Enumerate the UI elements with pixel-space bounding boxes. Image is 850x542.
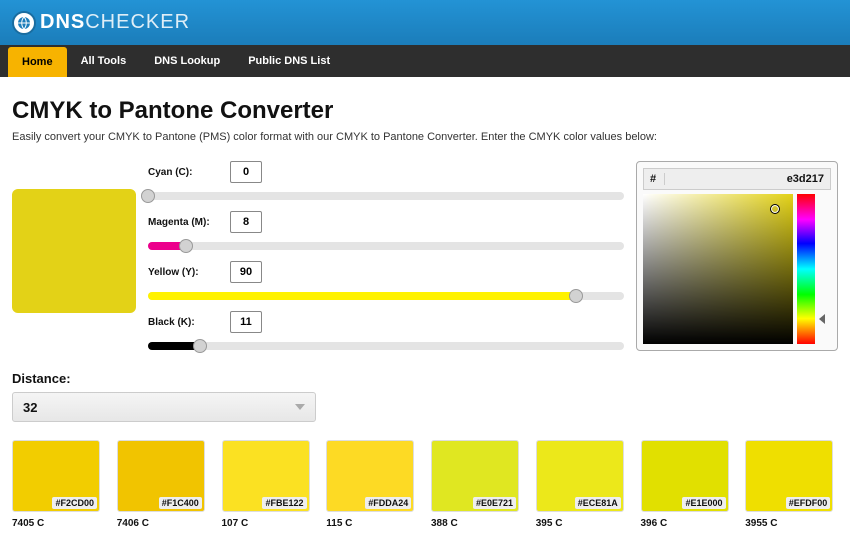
slider-label-magenta: Magenta (M):: [148, 217, 220, 228]
slider-value-magenta[interactable]: [230, 211, 262, 233]
site-header: DNSCHECKER: [0, 0, 850, 45]
nav-item-all-tools[interactable]: All Tools: [67, 45, 141, 77]
pantone-swatch: #E0E721: [431, 440, 519, 512]
pantone-name: 107 C: [222, 518, 315, 529]
slider-thumb-magenta[interactable]: [179, 239, 193, 253]
pantone-card[interactable]: #FDDA24 115 C: [326, 440, 419, 529]
sv-cursor-icon[interactable]: [770, 204, 780, 214]
slider-track-yellow[interactable]: [148, 289, 624, 303]
slider-thumb-yellow[interactable]: [569, 289, 583, 303]
hue-slider[interactable]: [797, 194, 815, 344]
pantone-name: 395 C: [536, 518, 629, 529]
cmyk-sliders: Cyan (C): Magenta (M): Yellow (Y): Black (K…: [148, 161, 624, 361]
pantone-results: #F2CD007405 C#F1C4007406 C#FBE122107 C#F…: [12, 440, 838, 529]
pantone-swatch: #FDDA24: [326, 440, 414, 512]
pantone-swatch: #FBE122: [222, 440, 310, 512]
nav-item-home[interactable]: Home: [8, 47, 67, 77]
distance-select[interactable]: 32: [12, 392, 316, 422]
pantone-hex: #FDDA24: [365, 497, 411, 509]
hue-strip[interactable]: [797, 194, 815, 344]
slider-value-yellow[interactable]: [230, 261, 262, 283]
slider-thumb-cyan[interactable]: [141, 189, 155, 203]
slider-label-black: Black (K):: [148, 317, 220, 328]
pantone-card[interactable]: #E1E000 396 C: [641, 440, 734, 529]
pantone-card[interactable]: #E0E721 388 C: [431, 440, 524, 529]
pantone-hex: #EFDF00: [786, 497, 831, 509]
pantone-name: 3955 C: [745, 518, 838, 529]
pantone-hex: #FBE122: [262, 497, 306, 509]
page-description: Easily convert your CMYK to Pantone (PMS…: [12, 131, 838, 143]
slider-value-black[interactable]: [230, 311, 262, 333]
slider-label-yellow: Yellow (Y):: [148, 267, 220, 278]
pantone-name: 396 C: [641, 518, 734, 529]
logo[interactable]: DNSCHECKER: [12, 11, 190, 35]
pantone-hex: #F2CD00: [52, 497, 97, 509]
pantone-name: 7405 C: [12, 518, 105, 529]
slider-thumb-black[interactable]: [193, 339, 207, 353]
pantone-swatch: #F2CD00: [12, 440, 100, 512]
pantone-name: 115 C: [326, 518, 419, 529]
pantone-card[interactable]: #FBE122 107 C: [222, 440, 315, 529]
nav-item-public-dns-list[interactable]: Public DNS List: [234, 45, 344, 77]
distance-value: 32: [23, 400, 37, 415]
hue-arrow-icon[interactable]: [819, 314, 825, 324]
saturation-value-panel[interactable]: [643, 194, 793, 344]
pantone-hex: #F1C400: [159, 497, 202, 509]
slider-value-cyan[interactable]: [230, 161, 262, 183]
slider-label-cyan: Cyan (C):: [148, 167, 220, 178]
logo-text: DNSCHECKER: [40, 11, 190, 34]
pantone-swatch: #ECE81A: [536, 440, 624, 512]
caret-down-icon: [295, 404, 305, 410]
pantone-swatch: #EFDF00: [745, 440, 833, 512]
distance-label: Distance:: [12, 371, 838, 386]
pantone-card[interactable]: #ECE81A 395 C: [536, 440, 629, 529]
page-title: CMYK to Pantone Converter: [12, 97, 838, 125]
pantone-card[interactable]: #F1C400 7406 C: [117, 440, 210, 529]
slider-track-magenta[interactable]: [148, 239, 624, 253]
logo-globe-icon: [12, 11, 36, 35]
pantone-card[interactable]: #F2CD00 7405 C: [12, 440, 105, 529]
hex-hash: #: [650, 173, 665, 185]
pantone-name: 7406 C: [117, 518, 210, 529]
color-picker[interactable]: # e3d217: [636, 161, 838, 351]
pantone-card[interactable]: #EFDF00 3955 C: [745, 440, 838, 529]
main-nav: HomeAll ToolsDNS LookupPublic DNS List: [0, 45, 850, 77]
hex-value[interactable]: e3d217: [665, 173, 824, 185]
pantone-hex: #E0E721: [473, 497, 516, 509]
pantone-hex: #E1E000: [682, 497, 725, 509]
pantone-hex: #ECE81A: [575, 497, 621, 509]
pantone-swatch: #F1C400: [117, 440, 205, 512]
hex-input-row[interactable]: # e3d217: [643, 168, 831, 190]
nav-item-dns-lookup[interactable]: DNS Lookup: [140, 45, 234, 77]
slider-track-cyan[interactable]: [148, 189, 624, 203]
slider-track-black[interactable]: [148, 339, 624, 353]
pantone-swatch: #E1E000: [641, 440, 729, 512]
pantone-name: 388 C: [431, 518, 524, 529]
color-preview-swatch: [12, 189, 136, 313]
